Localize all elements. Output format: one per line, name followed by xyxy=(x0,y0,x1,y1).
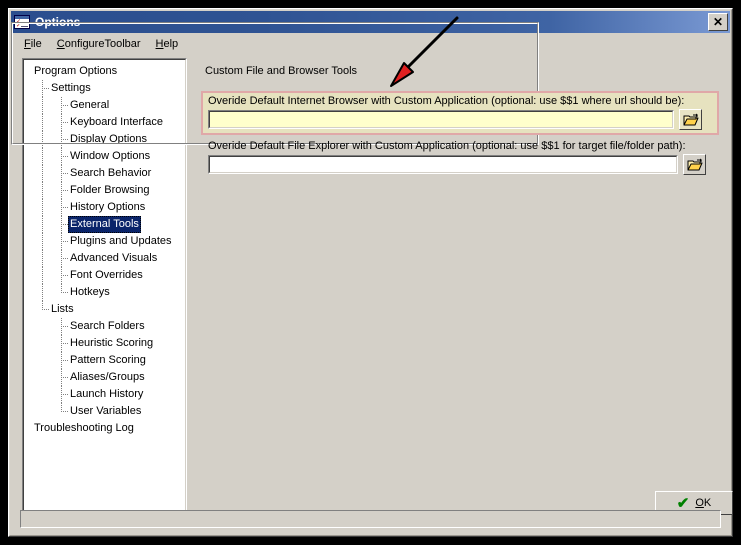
tree-item-window-options[interactable]: Window Options xyxy=(24,148,185,165)
browser-override-input-field[interactable] xyxy=(209,111,673,128)
tree-item-troubleshooting-log[interactable]: Troubleshooting Log xyxy=(24,420,185,437)
tree-item-label: Search Behavior xyxy=(70,167,152,179)
close-icon[interactable]: ✕ xyxy=(708,13,728,31)
tree-item-label: Hotkeys xyxy=(70,286,110,298)
tree-item-label: Advanced Visuals xyxy=(70,252,158,264)
green-check-icon: ✔ xyxy=(676,494,690,512)
tree-item-launch-history[interactable]: Launch History xyxy=(24,386,185,403)
tree-item-advanced-visuals[interactable]: Advanced Visuals xyxy=(24,250,185,267)
tree-item-label: Font Overrides xyxy=(70,269,143,281)
tree-item-plugins-and-updates[interactable]: Plugins and Updates xyxy=(24,233,185,250)
explorer-override-input[interactable] xyxy=(208,155,678,174)
tree-item-search-behavior[interactable]: Search Behavior xyxy=(24,165,185,182)
tree-item-font-overrides[interactable]: Font Overrides xyxy=(24,267,185,284)
tree-item-label: Search Folders xyxy=(70,320,145,332)
tree-item-label: Window Options xyxy=(70,150,151,162)
options-window: ✓ ✓ Options ✕ File ConfigureToolbar Help… xyxy=(8,8,733,537)
status-bar xyxy=(20,510,721,528)
tree-item-user-variables[interactable]: User Variables xyxy=(24,403,185,420)
tree-item-hotkeys[interactable]: Hotkeys xyxy=(24,284,185,301)
tree-item-label: User Variables xyxy=(70,405,142,417)
browser-field-label: Overide Default Internet Browser with Cu… xyxy=(208,95,685,107)
ok-button-label: OK xyxy=(695,497,712,509)
tree-item-search-folders[interactable]: Search Folders xyxy=(24,318,185,335)
tree-item-lists[interactable]: Lists xyxy=(24,301,185,318)
browser-override-row: Overide Default Internet Browser with Cu… xyxy=(201,91,719,135)
explorer-override-row: Overide Default File Explorer with Custo… xyxy=(203,139,717,179)
tree-item-label: Pattern Scoring xyxy=(70,354,146,366)
explorer-browse-button[interactable] xyxy=(683,154,706,175)
tree-item-external-tools[interactable]: External Tools xyxy=(24,216,185,233)
open-folder-icon xyxy=(683,113,698,125)
browser-browse-button[interactable] xyxy=(679,109,702,130)
tree-item-label: Launch History xyxy=(70,388,144,400)
tree-item-label: Folder Browsing xyxy=(70,184,150,196)
tree-item-label: Lists xyxy=(51,303,74,315)
tree-item-folder-browsing[interactable]: Folder Browsing xyxy=(24,182,185,199)
tree-item-history-options[interactable]: History Options xyxy=(24,199,185,216)
tree-item-label: Aliases/Groups xyxy=(70,371,145,383)
groupbox-title: Custom File and Browser Tools xyxy=(201,65,362,77)
tree-item-pattern-scoring[interactable]: Pattern Scoring xyxy=(24,352,185,369)
tree-item-label: Heuristic Scoring xyxy=(70,337,154,349)
tree-item-label: Troubleshooting Log xyxy=(34,422,134,434)
browser-override-input[interactable] xyxy=(208,110,674,129)
tree-item-aliases-groups[interactable]: Aliases/Groups xyxy=(24,369,185,386)
explorer-override-input-field[interactable] xyxy=(209,156,677,173)
explorer-field-label: Overide Default File Explorer with Custo… xyxy=(208,140,686,152)
tree-item-label: Plugins and Updates xyxy=(70,235,172,247)
tree-item-label: History Options xyxy=(70,201,146,213)
open-folder-icon xyxy=(687,158,702,170)
tree-item-heuristic-scoring[interactable]: Heuristic Scoring xyxy=(24,335,185,352)
tree-item-label: External Tools xyxy=(68,216,141,233)
